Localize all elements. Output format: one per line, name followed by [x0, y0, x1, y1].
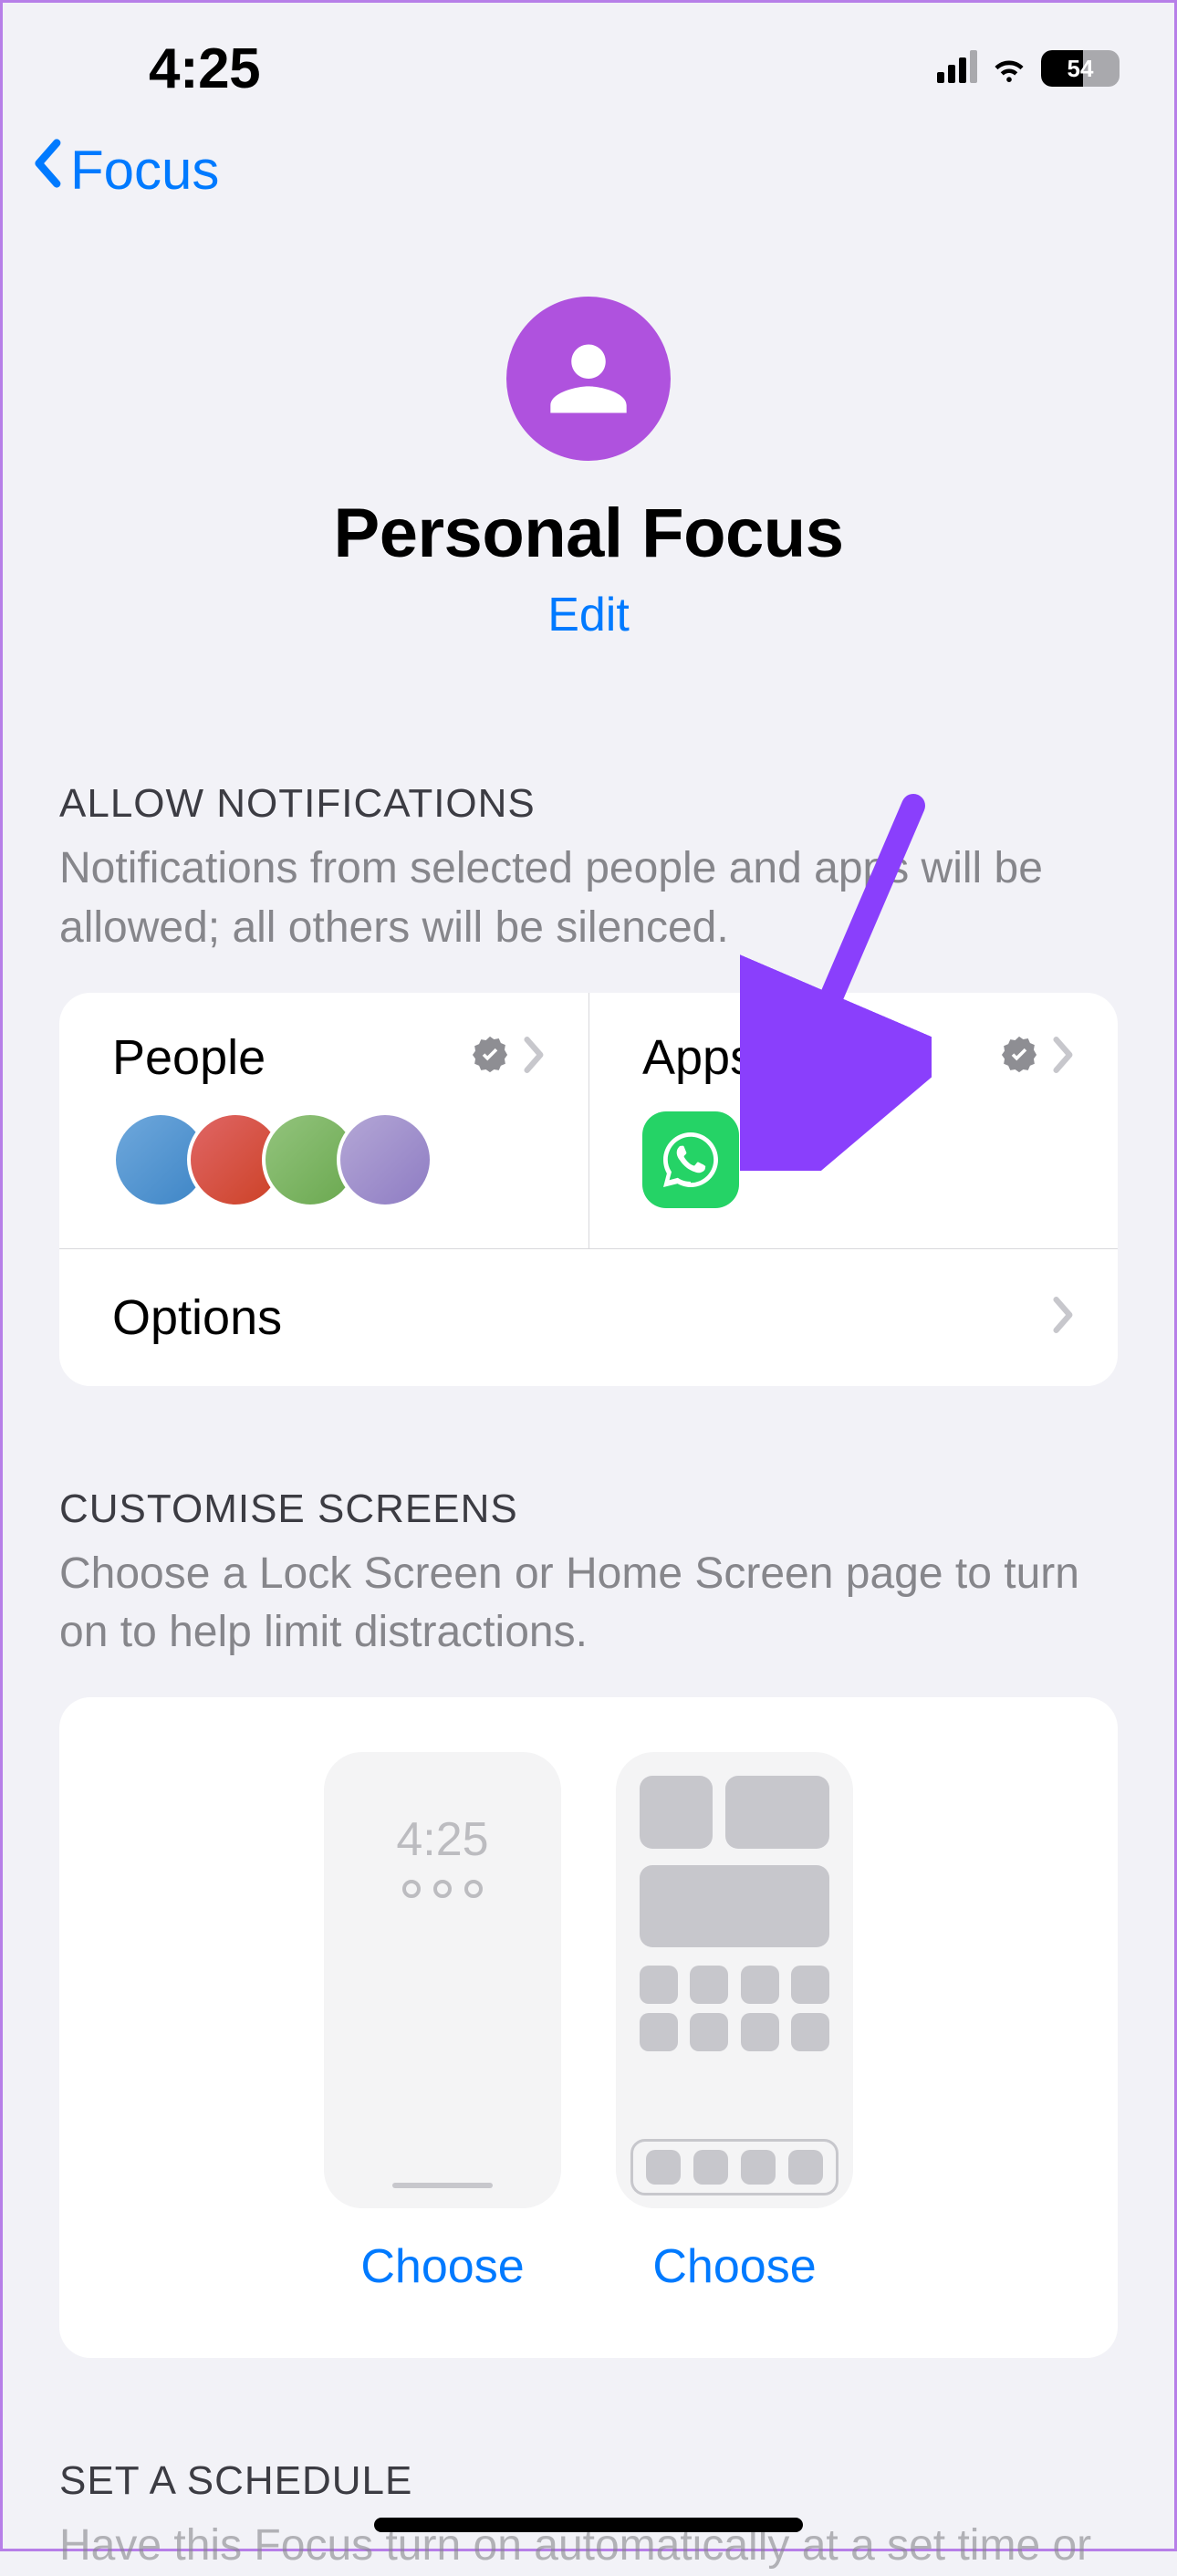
customise-screens-section: CUSTOMISE SCREENS Choose a Lock Screen o…: [3, 1486, 1174, 2359]
allow-card: People: [59, 993, 1118, 1386]
section-header-schedule: SET A SCHEDULE: [59, 2458, 1118, 2504]
choose-home-button[interactable]: Choose: [652, 2239, 816, 2294]
apps-cell[interactable]: Apps: [588, 993, 1118, 1248]
status-bar: 4:25 54: [3, 3, 1174, 112]
whatsapp-icon: [642, 1111, 739, 1208]
wifi-icon: [990, 47, 1028, 90]
focus-header: Personal Focus Edit: [3, 211, 1174, 642]
status-time: 4:25: [149, 37, 260, 101]
allow-notifications-section: ALLOW NOTIFICATIONS Notifications from s…: [3, 781, 1174, 1386]
section-desc-customise: Choose a Lock Screen or Home Screen page…: [59, 1545, 1118, 1663]
screens-card: 4:25 Choose Choose: [59, 1697, 1118, 2358]
lock-screen-column: 4:25 Choose: [324, 1752, 561, 2294]
people-cell[interactable]: People: [59, 993, 588, 1248]
verified-badge-icon: [999, 1035, 1039, 1079]
battery-percent: 54: [1041, 55, 1120, 83]
chevron-right-icon: [523, 1036, 547, 1079]
page-title: Personal Focus: [3, 494, 1174, 573]
section-desc-allow: Notifications from selected people and a…: [59, 840, 1118, 958]
lock-screen-preview[interactable]: 4:25: [324, 1752, 561, 2208]
options-label: Options: [112, 1289, 282, 1346]
chevron-right-icon: [1052, 1036, 1076, 1079]
section-header-allow: ALLOW NOTIFICATIONS: [59, 781, 1118, 827]
cellular-icon: [937, 54, 977, 83]
people-avatars: [112, 1111, 547, 1208]
verified-badge-icon: [470, 1035, 510, 1079]
choose-lock-button[interactable]: Choose: [360, 2239, 524, 2294]
options-cell[interactable]: Options: [59, 1248, 1118, 1386]
avatar: [337, 1111, 433, 1208]
status-indicators: 54: [937, 47, 1120, 90]
lock-preview-time: 4:25: [396, 1812, 488, 1867]
battery-icon: 54: [1041, 50, 1120, 87]
chevron-right-icon: [1052, 1289, 1076, 1346]
back-button[interactable]: Focus: [28, 138, 219, 202]
edit-button[interactable]: Edit: [547, 588, 630, 642]
people-label: People: [112, 1029, 266, 1086]
home-screen-preview[interactable]: [616, 1752, 853, 2208]
section-header-customise: CUSTOMISE SCREENS: [59, 1486, 1118, 1532]
person-icon: [506, 297, 671, 461]
back-label: Focus: [70, 139, 219, 202]
home-screen-column: Choose: [616, 1752, 853, 2294]
nav-bar: Focus: [3, 112, 1174, 211]
home-indicator[interactable]: [374, 2518, 803, 2532]
apps-label: Apps: [642, 1029, 755, 1086]
chevron-left-icon: [28, 138, 65, 202]
